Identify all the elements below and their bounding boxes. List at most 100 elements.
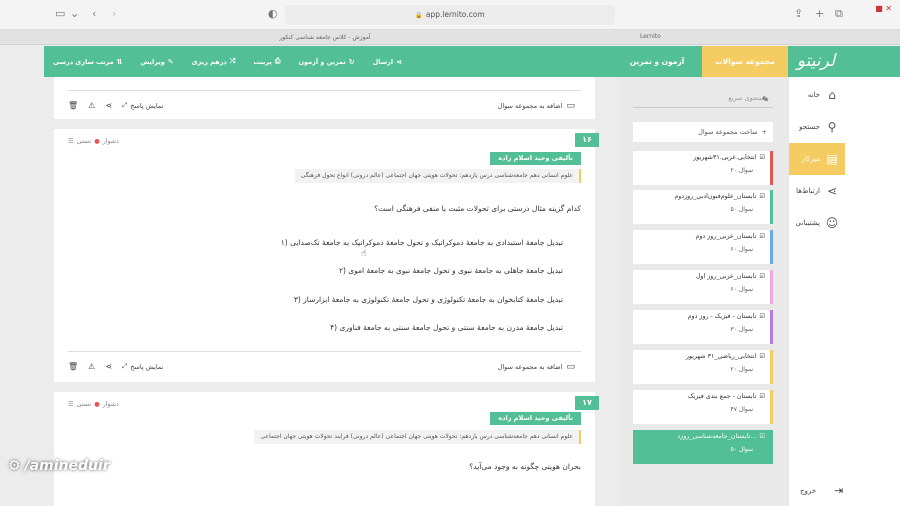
tab-exam[interactable]: آزمون و تمرین: [612, 46, 702, 77]
collection-item[interactable]: تابستان_علوم‌فنون‌ادبی_روزدوم ☑ ۵۰ سوال: [633, 190, 773, 224]
collection-item[interactable]: تابستان_عربی_روز اول ☑ ۶۰ سوال: [633, 270, 773, 304]
browser-tab-active[interactable]: آموزش - کلاس جامعه شناسی کنکور: [200, 30, 450, 45]
folder-icon: ▭: [566, 101, 575, 111]
share-icon[interactable]: ⋖: [105, 362, 112, 371]
edit-label: ویرایش: [140, 57, 165, 66]
share-icon[interactable]: ⋖: [105, 101, 112, 110]
expand-icon: ⤢: [122, 101, 128, 109]
checkbox-icon[interactable]: ☑: [759, 353, 765, 360]
collection-item[interactable]: انتخابی.عربی.۳۱شهریور ☑ ۲۰ سوال: [633, 151, 773, 185]
new-collection-button[interactable]: ساخت مجموعه سوال +: [633, 122, 773, 142]
checkbox-icon[interactable]: ☑: [759, 193, 765, 200]
collection-item[interactable]: تابستان - فیزیک - روز دوم ☑ ۳۰ سوال: [633, 310, 773, 344]
back-icon[interactable]: ‹: [92, 8, 96, 20]
shield-icon[interactable]: ◐: [268, 8, 278, 20]
delete-icon[interactable]: 🗑: [68, 101, 78, 110]
option-2[interactable]: ۲) تبدیل جامعهٔ جاهلی به جامعهٔ نبوی و ت…: [339, 266, 563, 275]
option-4[interactable]: ۴) تبدیل جامعهٔ مدرن به جامعهٔ سنتی و تح…: [330, 323, 563, 332]
collection-title: تابستان - فیزیک - روز دوم: [687, 313, 757, 320]
option-1[interactable]: ۱) تبدیل جامعهٔ استبدادی به جامعهٔ دموکر…: [281, 238, 563, 247]
logout-label: خروج: [800, 486, 817, 495]
show-answer-button[interactable]: ⤢ نمایش پاسخ: [122, 101, 163, 110]
nav-label: خانه: [807, 91, 820, 99]
checkbox-icon[interactable]: ☑: [759, 233, 765, 240]
collection-color-bar: [770, 151, 773, 185]
url-text: app.lernito.com: [425, 10, 485, 19]
collection-title: تابستان_عربی_روز اول: [695, 273, 757, 280]
add-to-collection-button[interactable]: اضافه به مجموعه سوال ▭: [498, 101, 575, 111]
send-button[interactable]: ارسال ⋖: [364, 58, 411, 66]
logout-button[interactable]: خروج ⇥: [800, 484, 843, 497]
collection-color-bar: [770, 190, 773, 224]
collection-count: ۴۷ سوال: [730, 406, 753, 413]
checkbox-icon[interactable]: ☑: [759, 154, 765, 161]
quick-search-input[interactable]: جستجوی سریع: [633, 94, 773, 108]
send-icon: ⋖: [396, 57, 402, 66]
address-bar[interactable]: 🔒 app.lernito.com: [285, 5, 615, 25]
show-answer-button[interactable]: ⤢ نمایش پاسخ: [122, 362, 163, 371]
support-icon: ☺: [825, 216, 839, 230]
new-tab-icon[interactable]: +: [815, 8, 824, 20]
collection-item[interactable]: تابستان - جمع بندی فیزیک ☑ ۴۷ سوال: [633, 390, 773, 424]
main-nav: خانه ⌂ جستجو ⚲ میزکار ▤ ارتباط‌ها ⋖ پشتیبانی…: [788, 77, 900, 506]
shuffle-label: درهم ریزی: [191, 57, 227, 66]
collection-item[interactable]: تابستان_عربی_روز دوم ☑ ۶۰ سوال: [633, 230, 773, 264]
pencil-icon: ✎: [762, 95, 769, 104]
divider: [68, 351, 581, 352]
add-to-collection-button[interactable]: اضافه به مجموعه سوال ▭: [498, 362, 575, 372]
checkbox-icon[interactable]: ☑: [759, 393, 765, 400]
pencil-icon: ✎: [167, 57, 174, 66]
checkbox-icon[interactable]: ☑: [759, 313, 765, 320]
show-answer-label: نمایش پاسخ: [130, 101, 164, 110]
sort-button[interactable]: مرتب سازی درسی ⇅: [44, 58, 131, 66]
browser-tab-lernito[interactable]: Lernito: [640, 33, 661, 40]
option-3[interactable]: ۳) تبدیل جامعهٔ کتابخوان به جامعهٔ تکنول…: [294, 295, 563, 304]
nav-item-support[interactable]: پشتیبانی ☺: [789, 207, 845, 239]
home-icon: ⌂: [828, 88, 836, 102]
forward-icon[interactable]: ›: [112, 8, 116, 20]
nav-item-home[interactable]: خانه ⌂: [789, 79, 845, 111]
difficulty-icon: ●: [94, 401, 100, 408]
app-logo[interactable]: لرنیتو: [788, 46, 844, 77]
difficulty-icon: ●: [94, 138, 100, 145]
chevron-down-icon[interactable]: ⌄: [70, 8, 79, 20]
exam-button[interactable]: تمرین و آزمون ↻: [289, 58, 363, 66]
folder-icon: ▭: [566, 362, 575, 372]
collection-count: ۵۰ سوال: [730, 446, 753, 453]
hand-cursor-icon: ☝: [361, 249, 367, 259]
edit-button[interactable]: ویرایش ✎: [131, 58, 182, 66]
warning-icon[interactable]: ⚠: [88, 362, 95, 371]
delete-icon[interactable]: 🗑: [68, 362, 78, 371]
collection-title: تابستان_عربی_روز دوم: [695, 233, 757, 240]
nav-item-connections[interactable]: ارتباط‌ها ⋖: [789, 175, 845, 207]
collection-item[interactable]: انتخابی_ریاضی_۳۱ شهریور ☑ ۲۰ سوال: [633, 350, 773, 384]
sidebar-toggle-icon[interactable]: ▭: [55, 8, 65, 20]
share-icon: ⋖: [826, 184, 838, 198]
new-collection-label: ساخت مجموعه سوال: [698, 128, 758, 136]
question-number: ۱۷: [575, 396, 599, 410]
collection-count: ۶۰ سوال: [730, 286, 753, 293]
question-text: بحران هویتی چگونه به وجود می‌آید؟: [469, 462, 581, 471]
add-to-collection-label: اضافه به مجموعه سوال: [497, 363, 563, 371]
share-icon[interactable]: ⇪: [794, 8, 803, 20]
print-icon: ⎙: [274, 57, 281, 65]
add-to-collection-label: اضافه به مجموعه سوال: [497, 102, 563, 110]
nav-item-search[interactable]: جستجو ⚲: [789, 111, 845, 143]
shuffle-button[interactable]: درهم ریزی ⤮: [183, 57, 245, 66]
collection-item-active[interactable]: تابستان_جامعه‌شناسی_روزد... ☑ ۵۰ سوال: [633, 430, 773, 464]
tabs-overview-icon[interactable]: ⧉: [835, 8, 843, 20]
warning-icon[interactable]: ⚠: [88, 101, 95, 110]
extension-icon[interactable]: ■ ✕: [875, 4, 892, 13]
print-button[interactable]: پرینت ⎙: [244, 57, 289, 66]
divider: [68, 90, 581, 91]
collection-color-bar: [770, 270, 773, 304]
watermark: ⚙/amineduir: [8, 458, 110, 474]
collection-count: ۳۰ سوال: [730, 326, 753, 333]
nav-item-desk[interactable]: میزکار ▤: [789, 143, 845, 175]
checkbox-icon[interactable]: ☑: [759, 273, 765, 280]
collections-sidebar: جستجوی سریع ✎ ساخت مجموعه سوال + انتخابی.…: [619, 77, 788, 506]
question-card: ۱۷ ☰ تستی ● دشوار تألیفی وحید اسلام زاده عل…: [54, 392, 599, 506]
tab-collections[interactable]: مجموعه سوالات: [702, 46, 788, 77]
collection-title: انتخابی.عربی.۳۱شهریور: [693, 154, 757, 161]
checkbox-icon[interactable]: ☑: [759, 433, 765, 440]
